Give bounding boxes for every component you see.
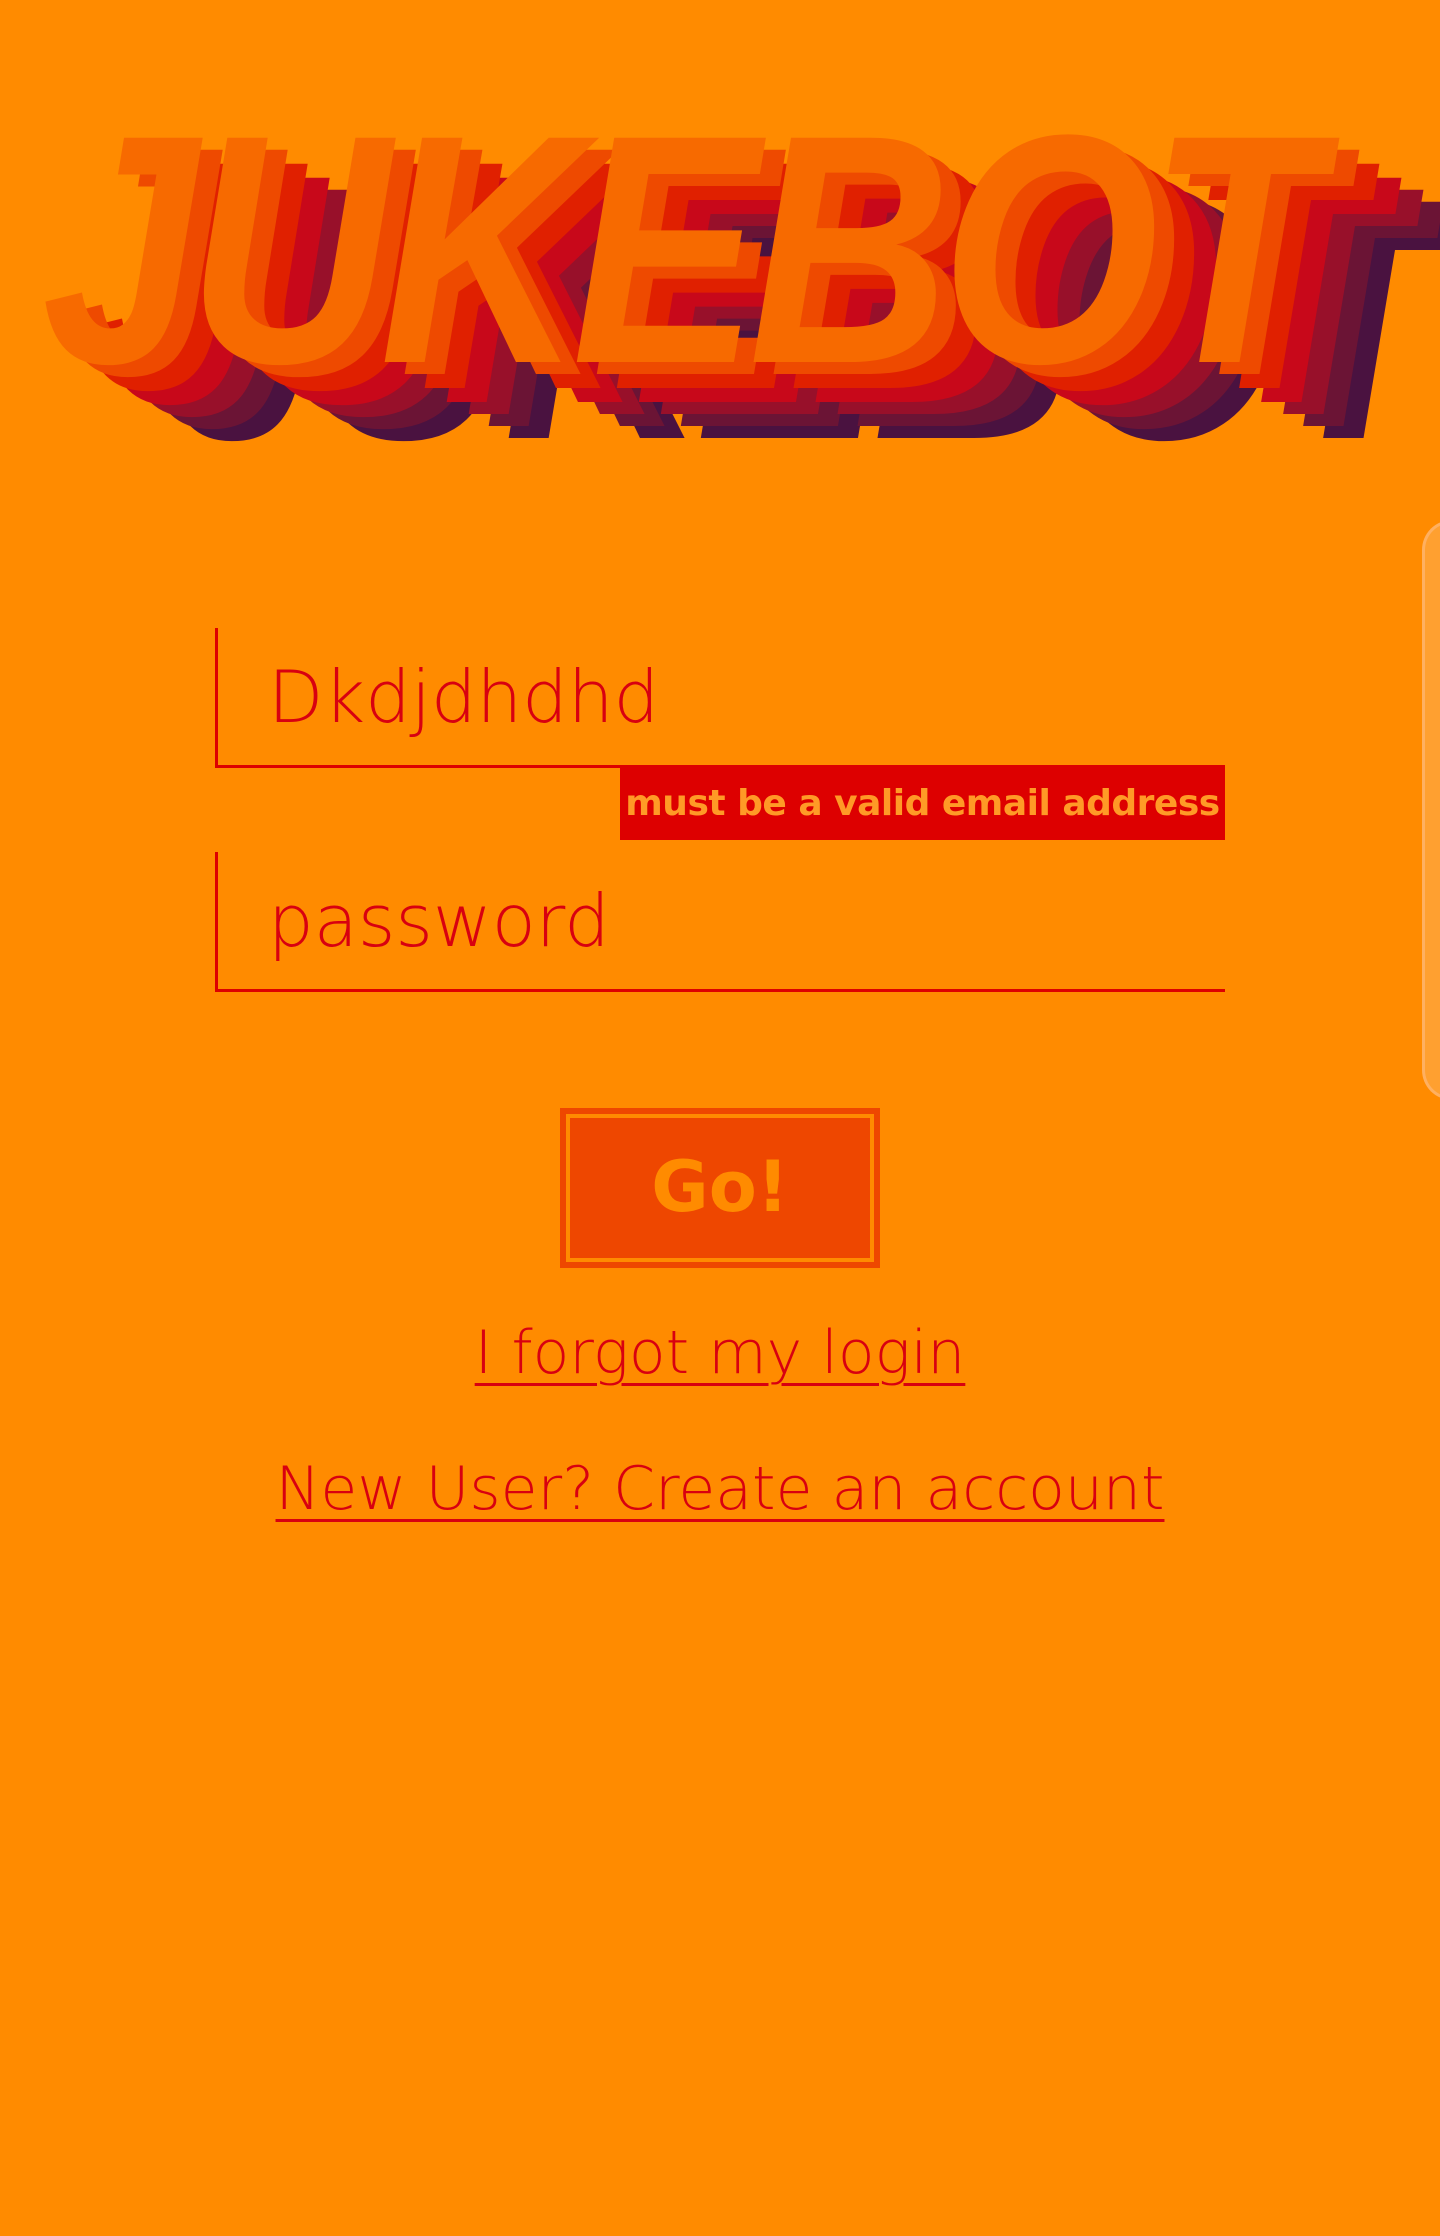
edge-panel-handle[interactable] (1422, 520, 1440, 1100)
create-account-link-row: New User? Create an account (0, 1454, 1440, 1524)
go-button[interactable]: Go! (560, 1108, 880, 1268)
email-input[interactable] (218, 628, 1225, 765)
email-error-badge: must be a valid email address (620, 768, 1225, 840)
jukebot-logo: JUKEBOT JUKEBOT JUKEBOT JUKEBOT JUKEBOT … (40, 60, 1440, 508)
password-input[interactable] (218, 852, 1225, 989)
forgot-login-link-row: I forgot my login (0, 1318, 1440, 1388)
create-account-link[interactable]: New User? Create an account (276, 1454, 1165, 1524)
logo-title: JUKEBOT (42, 68, 1320, 432)
password-field[interactable] (215, 852, 1225, 992)
forgot-login-link[interactable]: I forgot my login (475, 1318, 966, 1388)
email-field[interactable] (215, 628, 1225, 768)
